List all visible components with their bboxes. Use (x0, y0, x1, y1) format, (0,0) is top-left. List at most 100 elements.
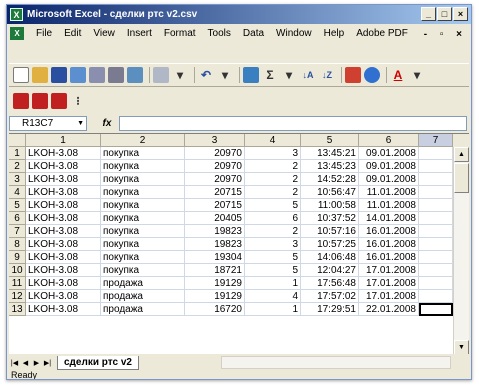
cell[interactable]: LKOH-3.08 (26, 186, 101, 199)
cell[interactable]: LKOH-3.08 (26, 225, 101, 238)
cell[interactable]: 11:00:58 (301, 199, 359, 212)
cell[interactable] (419, 264, 453, 277)
prev-sheet-button[interactable]: ◀ (20, 359, 31, 367)
cell[interactable]: LKOH-3.08 (26, 173, 101, 186)
menu-view[interactable]: View (87, 28, 121, 39)
cell[interactable]: LKOH-3.08 (26, 212, 101, 225)
cell[interactable]: покупка (101, 147, 185, 160)
cell[interactable]: покупка (101, 238, 185, 251)
font-color-icon[interactable]: A (390, 67, 406, 83)
cell[interactable]: 20715 (185, 186, 245, 199)
menu-window[interactable]: Window (270, 28, 318, 39)
cell[interactable]: 19304 (185, 251, 245, 264)
cell[interactable]: 16.01.2008 (359, 225, 419, 238)
help-icon[interactable] (364, 67, 380, 83)
open-icon[interactable] (32, 67, 48, 83)
cell[interactable] (419, 212, 453, 225)
column-header[interactable]: 1 (26, 134, 101, 147)
cell[interactable]: покупка (101, 160, 185, 173)
toolbar-options-icon[interactable]: ⁝ (70, 93, 86, 109)
cell[interactable]: 1 (245, 303, 301, 316)
name-box[interactable]: R13C7 ▼ (9, 115, 87, 131)
row-header[interactable]: 13 (9, 303, 26, 316)
cell[interactable]: LKOH-3.08 (26, 264, 101, 277)
menu-data[interactable]: Data (237, 28, 270, 39)
row-header[interactable]: 11 (9, 277, 26, 290)
new-icon[interactable] (13, 67, 29, 83)
cell[interactable]: 19129 (185, 277, 245, 290)
autosum-dropdown-icon[interactable]: ▾ (281, 67, 297, 83)
cell[interactable]: 2 (245, 160, 301, 173)
cell[interactable]: продажа (101, 277, 185, 290)
undo-dropdown-icon[interactable]: ▾ (217, 67, 233, 83)
excel-app-icon[interactable]: X (10, 8, 23, 21)
cell[interactable]: 10:37:52 (301, 212, 359, 225)
cell[interactable]: покупка (101, 251, 185, 264)
cell[interactable]: 10:56:47 (301, 186, 359, 199)
copy-icon[interactable] (153, 67, 169, 83)
horizontal-scrollbar[interactable] (221, 356, 451, 369)
cell[interactable]: 12:04:27 (301, 264, 359, 277)
cell[interactable]: 3 (245, 238, 301, 251)
cell[interactable]: 10:57:25 (301, 238, 359, 251)
chart-wizard-icon[interactable] (345, 67, 361, 83)
cell[interactable]: 09.01.2008 (359, 173, 419, 186)
row-header[interactable]: 1 (9, 147, 26, 160)
worksheet-grid[interactable]: 1 2 3 4 5 6 7 1 LKOH-3.08 покупка 20970 3 13:… (9, 133, 469, 354)
cell[interactable]: 5 (245, 264, 301, 277)
column-header[interactable]: 5 (301, 134, 359, 147)
cell[interactable]: LKOH-3.08 (26, 277, 101, 290)
cell[interactable]: 13:45:23 (301, 160, 359, 173)
cell[interactable]: 16.01.2008 (359, 238, 419, 251)
scroll-up-button[interactable]: ▲ (454, 147, 469, 162)
convert-and-email-icon[interactable] (32, 93, 48, 109)
row-header[interactable]: 5 (9, 199, 26, 212)
save-icon[interactable] (51, 67, 67, 83)
cell[interactable]: 6 (245, 212, 301, 225)
cell[interactable]: 22.01.2008 (359, 303, 419, 316)
menu-file[interactable]: File (30, 28, 58, 39)
convert-and-review-icon[interactable] (51, 93, 67, 109)
row-header[interactable]: 2 (9, 160, 26, 173)
close-button[interactable]: × (453, 7, 468, 21)
cell[interactable]: 18721 (185, 264, 245, 277)
cell[interactable]: 17.01.2008 (359, 277, 419, 290)
cell[interactable] (419, 186, 453, 199)
cell[interactable]: 10:57:16 (301, 225, 359, 238)
vertical-scrollbar[interactable]: ▲ ▼ (453, 147, 469, 354)
cell[interactable] (419, 147, 453, 160)
cell[interactable]: 20970 (185, 147, 245, 160)
cell[interactable]: 11.01.2008 (359, 199, 419, 212)
cell[interactable]: 2 (245, 186, 301, 199)
cell[interactable]: 19823 (185, 225, 245, 238)
cell[interactable]: 19129 (185, 290, 245, 303)
row-header[interactable]: 3 (9, 173, 26, 186)
autosum-icon[interactable]: Σ (262, 67, 278, 83)
cell[interactable]: 16.01.2008 (359, 251, 419, 264)
cell[interactable] (419, 199, 453, 212)
cell[interactable] (419, 160, 453, 173)
cell[interactable]: 17.01.2008 (359, 290, 419, 303)
cell[interactable]: 20970 (185, 160, 245, 173)
cell[interactable]: 1 (245, 277, 301, 290)
cell[interactable]: 19823 (185, 238, 245, 251)
cell[interactable]: 2 (245, 173, 301, 186)
row-header[interactable]: 8 (9, 238, 26, 251)
menu-format[interactable]: Format (158, 28, 202, 39)
maximize-button[interactable]: □ (437, 7, 452, 21)
cell[interactable] (419, 303, 453, 316)
print-preview-icon[interactable] (127, 67, 143, 83)
column-header[interactable]: 6 (359, 134, 419, 147)
row-header[interactable]: 7 (9, 225, 26, 238)
paste-dropdown-icon[interactable]: ▾ (172, 67, 188, 83)
sort-descending-icon[interactable]: ↓Z (319, 67, 335, 83)
cell[interactable]: 3 (245, 147, 301, 160)
cell[interactable]: покупка (101, 199, 185, 212)
vertical-scroll-thumb[interactable] (454, 163, 469, 193)
workbook-icon[interactable]: X (10, 27, 24, 40)
menu-help[interactable]: Help (318, 28, 351, 39)
title-bar[interactable]: X Microsoft Excel - сделки ртс v2.csv _ … (7, 5, 471, 24)
column-header[interactable]: 7 (419, 134, 453, 147)
row-header[interactable]: 4 (9, 186, 26, 199)
menu-adobe-pdf[interactable]: Adobe PDF (350, 28, 414, 39)
